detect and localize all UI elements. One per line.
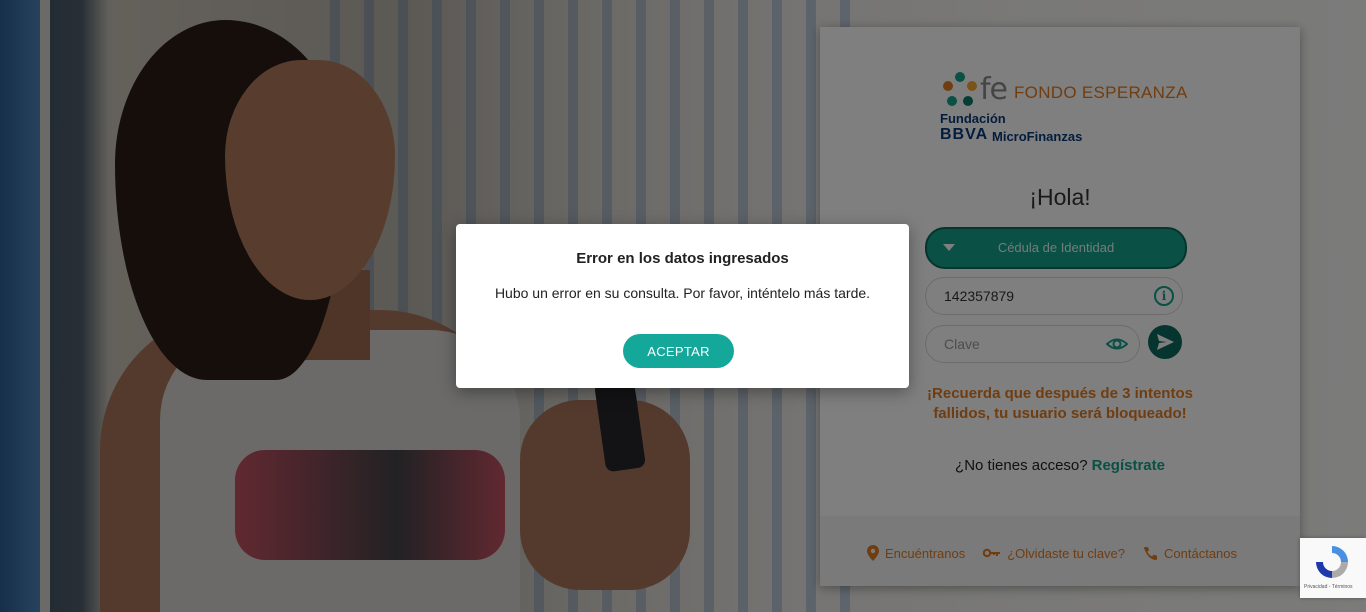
dialog-title: Error en los datos ingresados	[576, 250, 789, 267]
accept-button[interactable]: ACEPTAR	[623, 334, 734, 368]
error-dialog: Error en los datos ingresados Hubo un er…	[456, 224, 909, 388]
dialog-message: Hubo un error en su consulta. Por favor,…	[494, 285, 871, 301]
recaptcha-icon	[1316, 546, 1348, 578]
recaptcha-text: Privacidad - Términos	[1304, 584, 1353, 590]
recaptcha-badge[interactable]: Privacidad - Términos	[1300, 538, 1366, 598]
